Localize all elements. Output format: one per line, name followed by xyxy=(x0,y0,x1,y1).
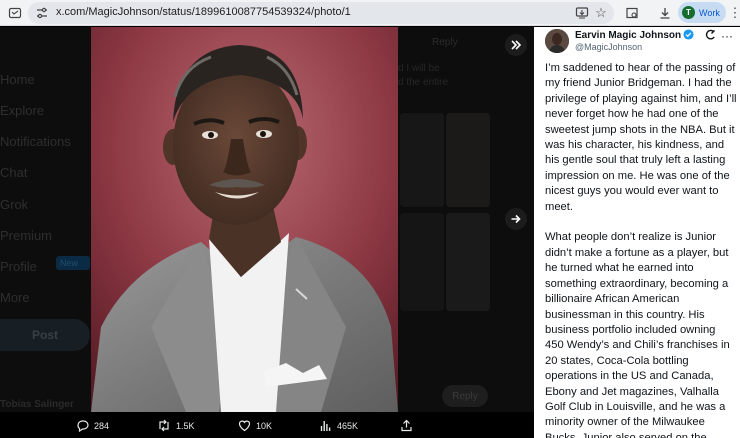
like-count: 10K xyxy=(256,420,273,431)
timeline-media-tile xyxy=(400,213,444,311)
repost-icon xyxy=(159,419,169,432)
reply-icon xyxy=(77,420,89,432)
views-chart-icon xyxy=(320,421,331,431)
post-button[interactable]: Post xyxy=(0,319,90,351)
next-image-button[interactable] xyxy=(505,208,527,230)
url-text: x.com/MagicJohnson/status/18996100877545… xyxy=(56,6,351,18)
author-name-text: Earvin Magic Johnson xyxy=(575,30,682,41)
nav-profile[interactable]: Profile xyxy=(0,259,37,274)
collapse-panel-button[interactable] xyxy=(505,34,527,56)
tab-search-icon[interactable] xyxy=(5,3,25,23)
nav-grok[interactable]: Grok xyxy=(0,197,28,212)
views-action[interactable]: 465K xyxy=(319,419,358,432)
arrow-right-icon xyxy=(511,214,521,224)
nav-premium[interactable]: Premium xyxy=(0,228,52,243)
account-name[interactable]: Tobias Salinger xyxy=(0,399,74,410)
premium-new-badge: New xyxy=(56,256,90,270)
timeline-media-tile xyxy=(446,113,490,207)
author-avatar[interactable] xyxy=(545,29,569,53)
tweet-paragraph-2: What people don’t realize is Junior didn… xyxy=(545,231,733,438)
timeline-text-line: d I will be xyxy=(398,63,440,74)
share-action[interactable] xyxy=(400,419,418,432)
nav-explore[interactable]: Explore xyxy=(0,103,44,118)
repost-count: 1.5K xyxy=(176,420,195,431)
views-count: 465K xyxy=(337,420,359,431)
heart-icon xyxy=(238,420,251,432)
profile-label: Work xyxy=(699,7,720,18)
download-icon[interactable] xyxy=(655,3,675,23)
nav-more[interactable]: More xyxy=(0,290,30,305)
nav-home[interactable]: Home xyxy=(0,72,35,87)
reply-count: 284 xyxy=(94,420,110,431)
tweet-body: I’m saddened to hear of the passing of m… xyxy=(545,61,737,438)
reading-mode-icon[interactable] xyxy=(622,3,642,23)
bookmark-star-icon[interactable]: ☆ xyxy=(591,3,611,23)
reply-button[interactable]: Reply xyxy=(442,385,488,407)
tweet-detail-panel: Earvin Magic Johnson @MagicJohnson ··· I… xyxy=(534,27,740,438)
tweet-paragraph-1: I’m saddened to hear of the passing of m… xyxy=(545,62,740,213)
reply-label: Reply xyxy=(432,37,458,48)
repost-action[interactable]: 1.5K xyxy=(157,419,195,432)
profile-avatar: T xyxy=(682,6,695,19)
tweet-action-bar: 284 1.5K 10K 465K xyxy=(0,412,534,438)
nav-chat[interactable]: Chat xyxy=(0,165,27,180)
more-options-icon[interactable]: ··· xyxy=(721,29,733,43)
grok-icon[interactable] xyxy=(704,29,716,44)
browser-menu-icon[interactable]: ⋮ xyxy=(729,3,740,23)
profile-button[interactable]: T Work xyxy=(678,2,726,23)
author-display-name[interactable]: Earvin Magic Johnson xyxy=(575,29,694,41)
browser-toolbar: x.com/MagicJohnson/status/18996100877545… xyxy=(0,0,740,26)
reply-action[interactable]: 284 xyxy=(76,419,109,432)
verified-badge-icon xyxy=(683,29,694,40)
timeline-text-line: d the entire xyxy=(398,77,449,88)
double-chevron-right-icon xyxy=(511,40,522,50)
portrait-image xyxy=(91,27,398,412)
tweet-photo xyxy=(91,27,398,412)
timeline-media-tile xyxy=(400,113,444,207)
author-handle[interactable]: @MagicJohnson xyxy=(575,42,642,52)
avatar-image xyxy=(545,29,569,53)
like-action[interactable]: 10K xyxy=(238,419,272,432)
site-info-icon[interactable] xyxy=(35,6,49,20)
address-bar[interactable]: x.com/MagicJohnson/status/18996100877545… xyxy=(28,2,614,24)
nav-notifications[interactable]: Notifications xyxy=(0,134,71,149)
share-icon xyxy=(401,419,412,432)
timeline-media-tile xyxy=(446,213,490,311)
install-app-icon[interactable] xyxy=(572,3,592,23)
